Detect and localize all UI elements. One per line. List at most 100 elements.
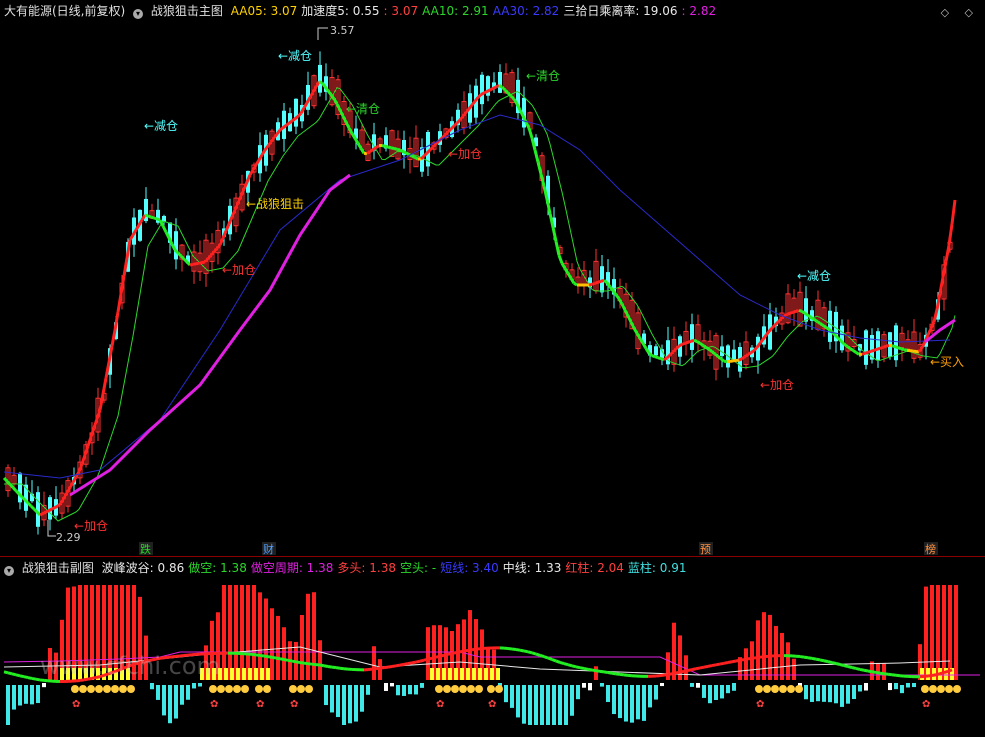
aa05-segment xyxy=(381,144,386,148)
trend-segment xyxy=(287,658,293,663)
aa05-segment xyxy=(161,225,168,233)
aa05-segment xyxy=(693,338,698,343)
indicator-menu-icon[interactable]: ▾ xyxy=(133,9,144,19)
aa05-segment xyxy=(702,344,707,349)
aa05-segment xyxy=(795,308,800,313)
small-bar xyxy=(888,683,892,691)
trend-segment xyxy=(931,673,937,677)
aa05-segment xyxy=(825,326,830,331)
aa05-segment xyxy=(483,90,488,95)
trend-segment xyxy=(591,668,597,673)
cyan-bar xyxy=(534,685,538,725)
aa05-segment xyxy=(173,248,180,255)
trend-segment xyxy=(743,657,749,662)
trend-segment xyxy=(831,661,837,665)
main-header-item: : 2.82 xyxy=(681,4,717,18)
cyan-bar xyxy=(552,685,556,725)
yellow-bar xyxy=(254,668,258,680)
trend-segment xyxy=(515,648,521,652)
cyan-bar xyxy=(174,685,178,719)
trend-segment xyxy=(391,664,397,668)
main-indicator-name[interactable]: 战狼狙击主图 xyxy=(151,4,223,18)
aa05-segment xyxy=(783,313,788,318)
coin-icon xyxy=(233,685,241,693)
aa05-segment xyxy=(419,154,426,161)
sub-indicator-chart[interactable]: ✿ ✿ ✿ ✿ ✿ ✿ ✿ ✿ xyxy=(0,557,985,737)
trend-segment xyxy=(303,661,309,666)
trend-segment xyxy=(447,651,453,656)
trend-segment xyxy=(855,667,861,671)
aa05-segment xyxy=(678,343,683,348)
candle-body xyxy=(294,98,298,127)
trend-segment xyxy=(671,671,677,676)
trend-segment xyxy=(811,656,817,661)
aa05-segment xyxy=(861,351,866,356)
aa05-segment xyxy=(32,507,39,514)
red-bar xyxy=(936,585,940,680)
coin-icon xyxy=(487,685,495,693)
aa05-segment xyxy=(648,352,653,357)
sub-indicator-name[interactable]: 战狼狙击副图 xyxy=(22,561,94,575)
aa05-segment xyxy=(86,436,93,447)
aa05-segment xyxy=(486,88,491,93)
aa05-segment xyxy=(789,310,794,315)
cyan-bar xyxy=(36,685,40,704)
aa05-segment xyxy=(681,341,686,346)
aa05-segment xyxy=(500,85,507,92)
aa05-segment xyxy=(654,355,659,360)
trend-segment xyxy=(695,666,701,671)
aa05-segment xyxy=(632,327,639,335)
sub-header-item: 中线: 1.33 xyxy=(502,561,562,575)
cyan-bar xyxy=(642,685,646,721)
aa05-segment xyxy=(503,88,510,95)
aa05-segment xyxy=(852,349,857,354)
trend-segment xyxy=(943,669,949,674)
small-bar xyxy=(390,683,394,687)
cyan-bar xyxy=(336,685,340,718)
aa05-segment xyxy=(603,279,608,284)
cyan-bar xyxy=(726,685,730,694)
yellow-bar xyxy=(248,668,252,680)
trend-segment xyxy=(539,653,545,659)
trend-segment xyxy=(471,647,477,652)
main-chart-panel[interactable]: ←减仓 ←减仓 ←减仓 ←清仓 ←清仓 ←加仓 ←加仓 ←加仓 ←加仓 ←战狼狙击 ←买入 3.57 2… xyxy=(0,0,985,557)
candlestick-chart[interactable]: ←减仓←减仓←减仓←清仓←清仓←加仓←加仓←加仓←加仓←战狼狙击←买入3.572… xyxy=(0,0,985,556)
cyan-bar xyxy=(402,685,406,696)
aa05-segment xyxy=(705,346,710,351)
trend-segment xyxy=(599,669,605,674)
aa05-segment xyxy=(443,130,450,137)
aa05-segment xyxy=(551,227,558,242)
annotation-qingcang: ←清仓 xyxy=(346,102,380,116)
trend-segment xyxy=(815,657,821,662)
main-chart-header: 大有能源(日线,前复权) ▾ 战狼狙击主图 AA05: 3.07 加速度5: 0.… xyxy=(4,3,724,19)
sub-chart-panel[interactable]: ✿ ✿ ✿ ✿ ✿ ✿ ✿ ✿ ▾ 战狼狙击副图 波峰波谷: 0.86 做空: 1.38 做空周期… xyxy=(0,557,985,737)
coin-icon xyxy=(945,685,953,693)
aa05-segment xyxy=(189,262,194,267)
small-bar xyxy=(384,683,388,691)
aa05-segment xyxy=(626,315,633,323)
aa05-segment xyxy=(750,349,755,354)
window-controls[interactable]: ◇ ◇ xyxy=(941,6,979,19)
trend-segment xyxy=(423,657,429,662)
yellow-bar xyxy=(430,668,434,680)
annotation-jiacang: ←加仓 xyxy=(222,263,256,277)
sub-chart-header: ▾ 战狼狙击副图 波峰波谷: 0.86 做空: 1.38 做空周期: 1.38 多头:… xyxy=(4,560,695,576)
trend-segment xyxy=(543,655,549,660)
sub-indicator-menu-icon[interactable]: ▾ xyxy=(4,566,14,576)
trend-segment xyxy=(839,663,845,667)
trend-segment xyxy=(747,656,753,661)
cyan-bar xyxy=(414,685,418,695)
aa05-segment xyxy=(54,504,59,509)
trend-segment xyxy=(387,664,393,669)
aa05-segment xyxy=(876,346,881,351)
coin-icon xyxy=(225,685,233,693)
trend-segment xyxy=(575,665,581,670)
trend-segment xyxy=(879,671,885,676)
aa05-segment xyxy=(588,282,593,287)
cyan-bar xyxy=(720,685,724,699)
aa05-segment xyxy=(248,169,255,176)
aa05-segment xyxy=(192,262,197,266)
small-bar xyxy=(696,683,700,688)
aa05-segment xyxy=(236,195,243,204)
red-bar xyxy=(312,592,316,680)
